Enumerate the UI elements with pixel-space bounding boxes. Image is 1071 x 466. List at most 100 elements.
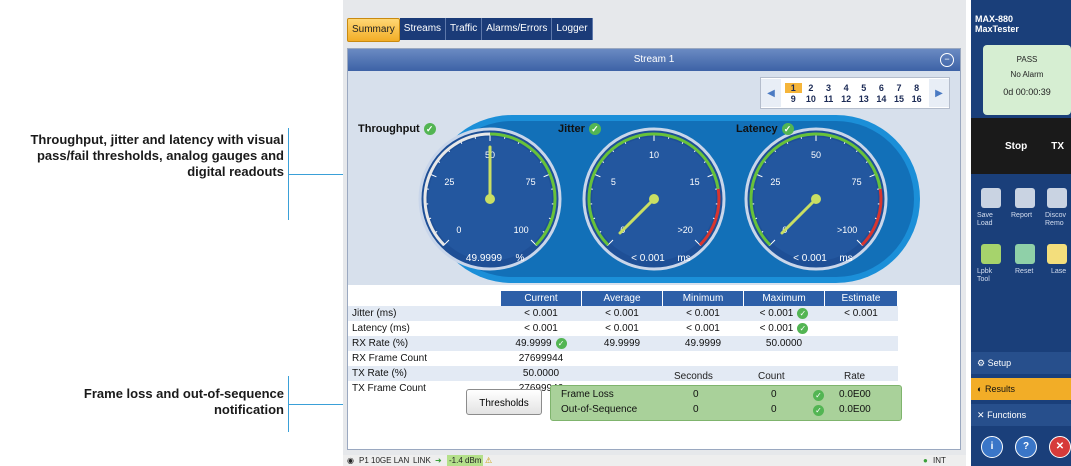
row-label: RX Frame Count [352,353,428,364]
pass-check-icon: ✓ [555,337,567,349]
report-icon[interactable] [1015,188,1035,208]
pass-check-icon: ✓ [813,405,824,416]
link-label: LINK [413,456,431,465]
tab-bar: Summary Streams Traffic Alarms/Errors Lo… [347,18,593,42]
cell-value: 49.9999 [603,338,641,349]
reset-icon[interactable] [1015,244,1035,264]
frame-loss-seconds: 0 [693,389,699,400]
info-icon[interactable]: i [981,436,1003,458]
cell-value: < 0.001 [686,308,720,319]
pass-check-icon: ✓ [813,390,824,401]
test-status-box: PASS No Alarm 0d 00:00:39 [983,45,1071,115]
table-cell: < 0.001 ✓ [743,306,825,321]
cell-value: < 0.001 [686,323,720,334]
main-application: Summary Streams Traffic Alarms/Errors Lo… [343,0,966,466]
warning-icon: ⚠ [485,456,493,465]
cell-value: < 0.001 [524,308,558,319]
menu-results[interactable]: ◐ Results [971,378,1071,400]
tab-summary[interactable]: Summary [347,18,400,42]
clock-icon: ● [923,456,928,465]
menu-functions[interactable]: ✕ Functions [971,404,1071,426]
callout-leader-gauges [288,174,346,175]
jitter-label: Jitter [558,123,585,135]
table-cell: < 0.001 [581,306,663,321]
gauge-readout: < 0.001 [793,253,827,264]
port-label: P1 10GE LAN [359,456,410,465]
stream-title: Stream 1 [633,54,675,65]
tx-label: TX [1051,140,1064,152]
pass-check-icon: ✓ [423,123,436,135]
out-of-sequence-count: 0 [771,404,777,415]
save-load-icon[interactable] [981,188,1001,208]
discover-remote-label: Discov Remo [1045,212,1067,227]
cell-value: < 0.001 [605,323,639,334]
tab-streams[interactable]: Streams [399,18,447,40]
result-label: PASS [1016,55,1038,64]
table-cell: 49.9999 [662,336,744,351]
table-cell: 49.9999 [581,336,663,351]
laser-icon[interactable] [1047,244,1067,264]
out-of-sequence-rate: 0.0E00 [839,404,871,415]
callout-gauges: Throughput, jitter and latency with visu… [30,132,284,179]
table-cell [663,351,744,366]
table-cell: 50.0000 [500,366,582,381]
zoom-out-icon[interactable]: − [940,53,954,67]
frame-loss-count: 0 [771,389,777,400]
cell-value: < 0.001 [844,308,878,319]
table-cell [825,321,898,336]
table-cell: < 0.001 [663,321,744,336]
table-row: RX Rate (%) 49.9999 ✓ 49.9999 49.9999 50.0000 [348,336,898,351]
product-label: MaxTester [975,24,1019,34]
stream-panel-header: Stream 1 − [348,49,960,71]
report-label: Report [1011,212,1033,219]
gauges-graphic: 025507510049.9999%051015>20< 0.001ms0255… [418,115,920,283]
discover-remote-icon[interactable] [1047,188,1067,208]
statistics-table: Current Average Minimum Maximum Estimate… [348,291,898,396]
table-cell: 50.0000 [743,336,825,351]
latency-title: Latency ✓ [736,123,794,135]
loopback-tool-icon[interactable] [981,244,1001,264]
loopback-tool-label: Lpbk Tool [977,268,993,283]
gauge-readout: < 0.001 [631,253,665,264]
help-icon[interactable]: ? [1015,436,1037,458]
cell-value: 27699944 [518,353,564,364]
cell-value: < 0.001 [605,308,639,319]
results-icon: ◐ [977,384,983,394]
gauge-hub [485,194,495,204]
gauge-hub [649,194,659,204]
tab-alarms-errors[interactable]: Alarms/Errors [482,18,553,40]
cell-value: 49.9999 [515,338,552,350]
thresholds-button[interactable]: Thresholds [466,389,542,415]
right-control-panel: MAX-880 MaxTester PASS No Alarm 0d 00:00… [971,0,1071,466]
reset-label: Reset [1015,268,1034,275]
table-cell [825,351,898,366]
jitter-title: Jitter ✓ [558,123,601,135]
tab-traffic[interactable]: Traffic [446,18,483,40]
gauge-tick-label: 50 [811,150,821,160]
gauge-tick-label: 0 [456,225,461,235]
cell-value: < 0.001 [759,308,794,320]
cell-value: 50.0000 [765,338,803,349]
table-corner [348,291,501,306]
gauge-unit: ms [677,253,690,264]
table-row: RX Frame Count 27699944 [348,351,898,366]
cell-value: < 0.001 [524,323,558,334]
table-cell: < 0.001 [582,321,663,336]
callout-leader-frame-loss [288,404,346,405]
out-of-sequence-label: Out-of-Sequence [561,404,638,415]
gauge-tick-label: >100 [837,225,857,235]
row-label: Jitter (ms) [348,306,501,321]
clock-source: INT [933,456,946,465]
gauge-tick-label: 25 [770,177,780,187]
stop-button[interactable]: Stop TX [971,118,1071,174]
tab-logger[interactable]: Logger [552,18,593,40]
pass-check-icon: ✓ [797,307,809,319]
table-cell: < 0.001 [501,321,582,336]
menu-setup[interactable]: ⚙ Setup [971,352,1071,374]
table-cell [824,336,898,351]
table-cell: < 0.001 ✓ [744,321,825,336]
gauge-unit: % [516,253,525,264]
status-bar: ◉ P1 10GE LAN LINK ➜ -1.4 dBm ⚠ ● INT [343,455,966,466]
exit-icon[interactable]: ✕ [1049,436,1071,458]
table-cell [581,366,663,381]
